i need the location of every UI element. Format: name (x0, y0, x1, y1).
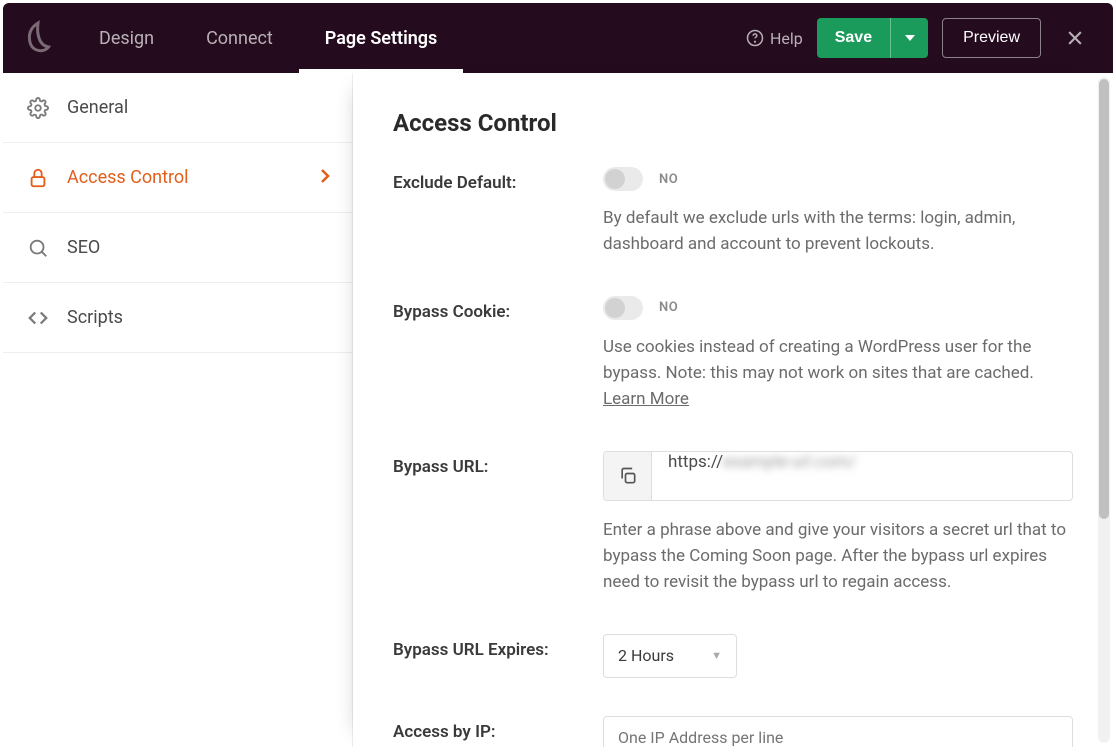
url-prefix: https:// (668, 452, 723, 472)
row-bypass-url-expires: Bypass URL Expires: 2 Hours ▼ (393, 634, 1073, 678)
sidebar-item-label: Scripts (67, 307, 123, 328)
copy-icon (618, 466, 638, 486)
scrollbar[interactable] (1098, 77, 1110, 743)
save-dropdown-button[interactable] (890, 18, 928, 58)
bypass-url-value[interactable]: https://example-url.com/ (652, 452, 1072, 500)
field-description: Enter a phrase above and give your visit… (603, 517, 1073, 596)
tab-page-settings[interactable]: Page Settings (299, 3, 464, 73)
sidebar-item-label: Access Control (67, 167, 189, 188)
select-value: 2 Hours (618, 646, 674, 665)
save-button[interactable]: Save (817, 18, 890, 58)
row-access-by-ip: Access by IP: (393, 716, 1073, 747)
help-icon (746, 29, 764, 47)
row-bypass-url: Bypass URL: https://example-url.com/ Ent… (393, 451, 1073, 596)
header-right: Help Save Preview (746, 18, 1095, 58)
close-button[interactable] (1055, 18, 1095, 58)
description-text: Use cookies instead of creating a WordPr… (603, 337, 1034, 383)
bypass-expires-select[interactable]: 2 Hours ▼ (603, 634, 737, 678)
scrollbar-thumb[interactable] (1099, 79, 1109, 519)
copy-url-button[interactable] (604, 452, 652, 500)
sidebar-item-access-control[interactable]: Access Control (3, 143, 352, 213)
settings-sidebar: General Access Control SEO (3, 73, 353, 747)
sidebar-item-general[interactable]: General (3, 73, 352, 143)
toggle-state-label: NO (659, 300, 678, 315)
field-label: Exclude Default: (393, 167, 603, 193)
help-link[interactable]: Help (746, 29, 803, 48)
sidebar-item-label: General (67, 97, 128, 118)
tab-design[interactable]: Design (73, 3, 180, 73)
chevron-down-icon (905, 33, 915, 43)
exclude-default-toggle[interactable] (603, 167, 643, 191)
access-by-ip-textarea[interactable] (603, 716, 1073, 747)
bypass-cookie-toggle[interactable] (603, 296, 643, 320)
sidebar-item-label: SEO (67, 237, 100, 258)
chevron-down-icon: ▼ (711, 649, 722, 662)
tab-connect[interactable]: Connect (180, 3, 299, 73)
code-icon (27, 307, 49, 329)
field-label: Bypass URL Expires: (393, 634, 603, 660)
close-icon (1065, 28, 1085, 48)
search-icon (27, 237, 49, 259)
tab-label: Connect (206, 28, 273, 49)
field-label: Bypass URL: (393, 451, 603, 477)
chevron-right-icon (320, 167, 330, 188)
url-hidden: example-url.com/ (723, 452, 856, 472)
sidebar-item-seo[interactable]: SEO (3, 213, 352, 283)
toggle-state-label: NO (659, 172, 678, 187)
body: General Access Control SEO (3, 73, 1113, 747)
field-description: Use cookies instead of creating a WordPr… (603, 334, 1073, 413)
app-logo (3, 3, 73, 73)
field-description: By default we exclude urls with the term… (603, 205, 1073, 258)
tab-label: Design (99, 28, 154, 49)
page-title: Access Control (393, 109, 1073, 137)
field-label: Bypass Cookie: (393, 296, 603, 322)
save-button-group: Save (817, 18, 928, 58)
gear-icon (27, 97, 49, 119)
learn-more-link[interactable]: Learn More (603, 389, 689, 409)
lock-icon (27, 167, 49, 189)
row-exclude-default: Exclude Default: NO By default we exclud… (393, 167, 1073, 258)
preview-button[interactable]: Preview (942, 18, 1041, 58)
top-tabs: Design Connect Page Settings (73, 3, 463, 73)
main-panel: Access Control Exclude Default: NO By de… (353, 73, 1113, 747)
help-label: Help (770, 29, 803, 48)
field-label: Access by IP: (393, 716, 603, 742)
row-bypass-cookie: Bypass Cookie: NO Use cookies instead of… (393, 296, 1073, 413)
sidebar-item-scripts[interactable]: Scripts (3, 283, 352, 353)
top-header: Design Connect Page Settings Help Save P… (3, 3, 1113, 73)
tab-label: Page Settings (325, 28, 438, 49)
bypass-url-field: https://example-url.com/ (603, 451, 1073, 501)
